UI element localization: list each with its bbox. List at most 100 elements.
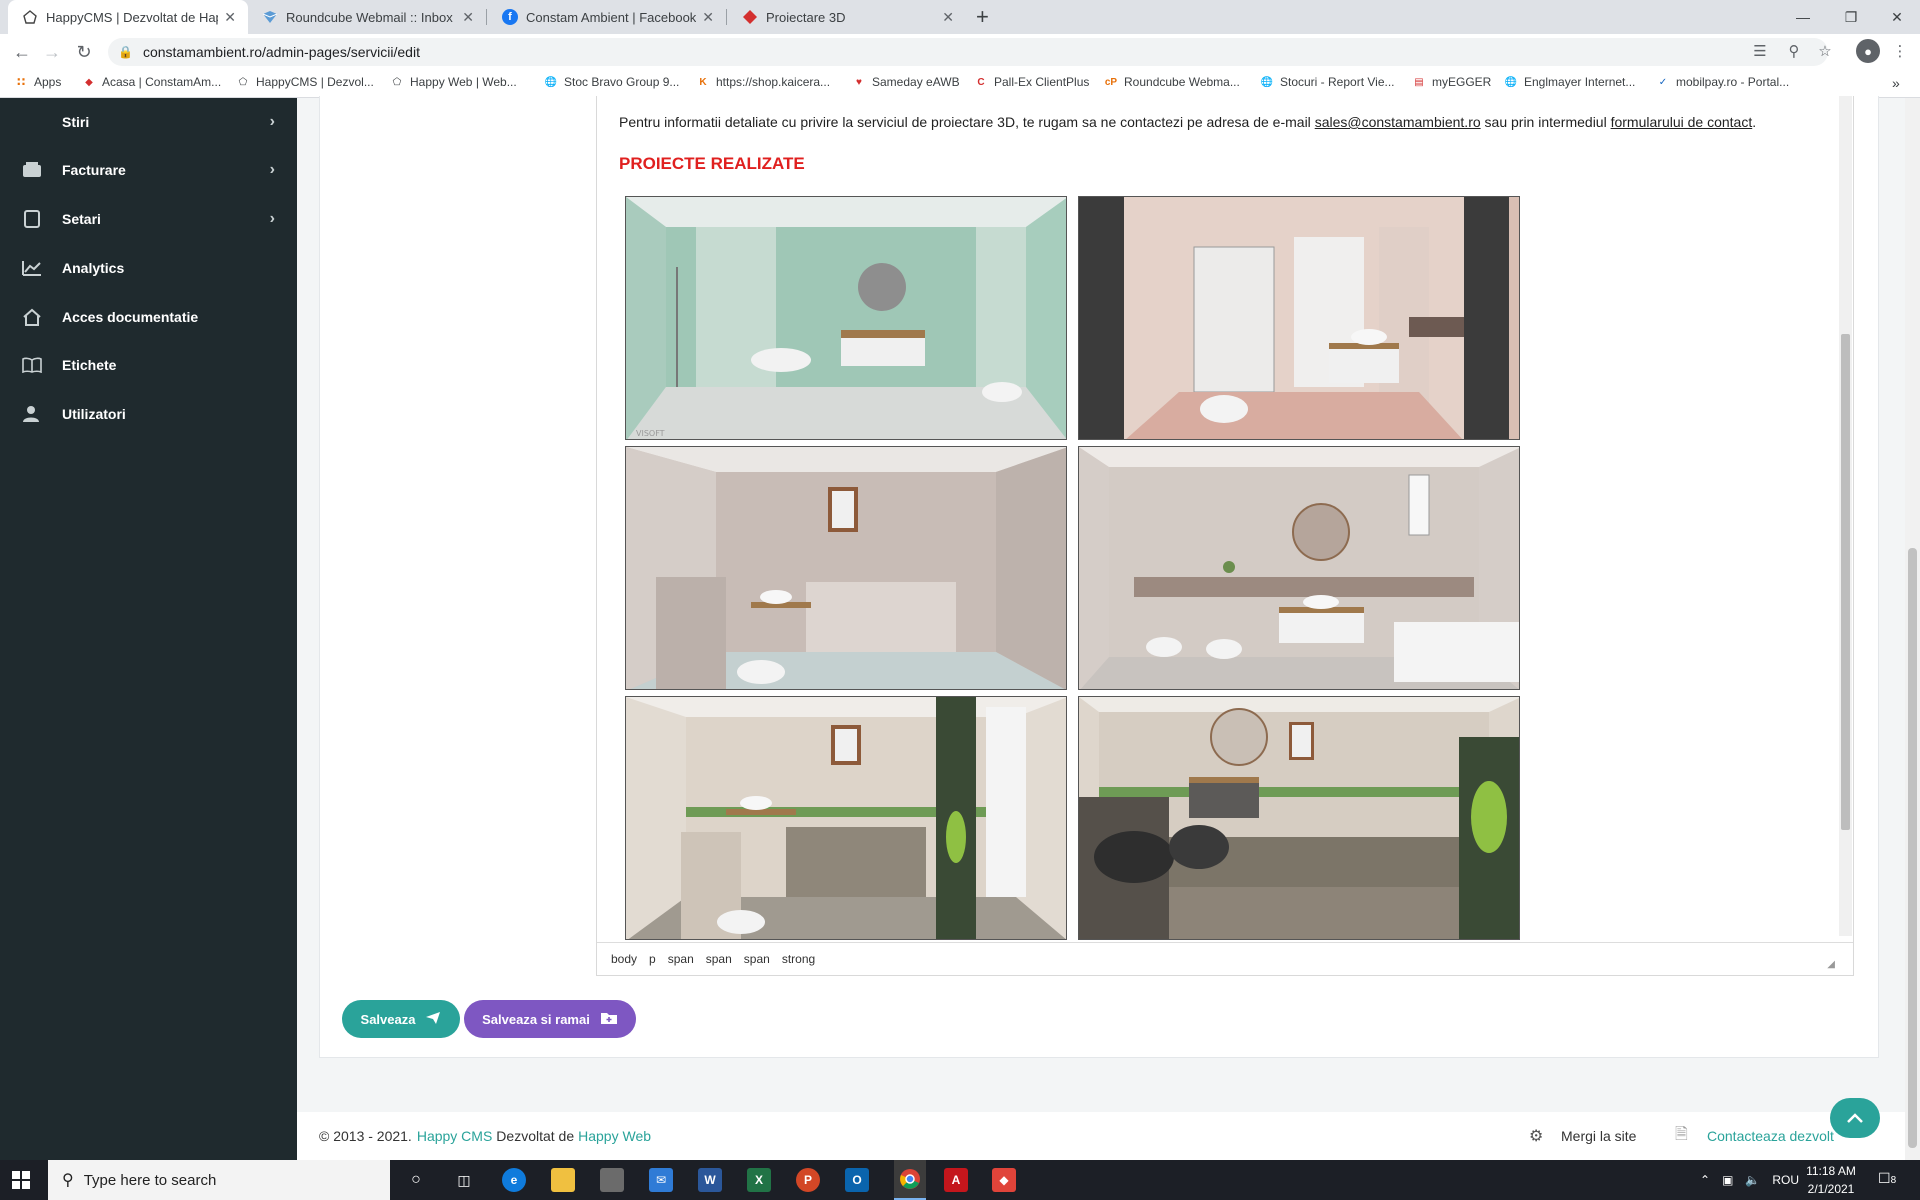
project-image-2[interactable] [1078, 196, 1520, 440]
powerpoint-icon[interactable]: P [796, 1168, 820, 1192]
scroll-to-top-button[interactable] [1830, 1098, 1880, 1138]
store-icon[interactable] [600, 1168, 624, 1192]
bookmark-item[interactable]: ⬠ Happy Web | Web... [390, 75, 517, 89]
save-button[interactable]: Salveaza [342, 1000, 460, 1038]
bookmarks-overflow-icon[interactable]: » [1892, 75, 1900, 91]
path-item[interactable]: p [649, 952, 656, 966]
contact-form-link[interactable]: formularului de contact [1611, 114, 1753, 130]
editor-paragraph[interactable]: Pentru informatii detaliate cu privire l… [619, 114, 1756, 130]
mail-icon[interactable]: ✉ [649, 1168, 673, 1192]
taskbar-clock[interactable]: 11:18 AM 2/1/2021 [1796, 1162, 1866, 1198]
forward-icon[interactable]: → [40, 40, 64, 64]
footer-brand-link[interactable]: Happy CMS [417, 1128, 492, 1144]
bookmark-label: Pall-Ex ClientPlus [994, 75, 1090, 89]
footer-company-link[interactable]: Happy Web [578, 1128, 651, 1144]
back-icon[interactable]: ← [10, 40, 34, 64]
bookmark-label: Stoc Bravo Group 9... [564, 75, 680, 89]
bookmark-item[interactable]: ⬠ HappyCMS | Dezvol... [236, 75, 374, 89]
path-item[interactable]: span [706, 952, 732, 966]
bookmark-item[interactable]: 🌐 Englmayer Internet... [1504, 75, 1636, 89]
paragraph-text: . [1752, 114, 1757, 130]
bookmark-star-icon[interactable]: ☆ [1815, 41, 1835, 61]
sidebar-item-facturare[interactable]: Facturare › [0, 146, 297, 194]
sidebar-item-utilizatori[interactable]: Utilizatori [0, 390, 297, 438]
path-item[interactable]: span [744, 952, 770, 966]
sidebar-item-etichete[interactable]: Etichete [0, 341, 297, 389]
bookmark-item[interactable]: ◆ Acasa | ConstamAm... [82, 75, 221, 89]
project-image-6[interactable] [1078, 696, 1520, 940]
zoom-icon[interactable]: ⚲ [1784, 41, 1804, 61]
restore-icon[interactable]: ❐ [1828, 0, 1874, 34]
tab-close-icon[interactable]: ✕ [702, 9, 714, 26]
bookmark-item[interactable]: ♥ Sameday eAWB [852, 75, 960, 89]
taskbar-search-input[interactable]: ⚲ Type here to search [48, 1160, 390, 1200]
chrome-icon[interactable] [894, 1160, 926, 1200]
close-window-icon[interactable]: ✕ [1874, 0, 1920, 34]
facebook-favicon-icon: f [502, 9, 518, 25]
bookmark-item[interactable]: C Pall-Ex ClientPlus [974, 75, 1089, 89]
path-item[interactable]: body [611, 952, 637, 966]
bookmark-item[interactable]: ▤ myEGGER [1412, 75, 1491, 89]
profile-avatar-icon[interactable]: ● [1856, 39, 1880, 63]
anydesk-icon[interactable]: ◆ [992, 1168, 1016, 1192]
bookmark-item[interactable]: cP Roundcube Webma... [1104, 75, 1240, 89]
bookmark-item[interactable]: 🌐 Stoc Bravo Group 9... [544, 75, 680, 89]
path-item[interactable]: span [668, 952, 694, 966]
reload-icon[interactable]: ↻ [72, 40, 96, 64]
edge-icon[interactable]: e [502, 1168, 526, 1192]
notifications-icon[interactable]: ☐8 [1878, 1170, 1896, 1187]
file-explorer-icon[interactable] [551, 1168, 575, 1192]
path-item[interactable]: strong [782, 952, 815, 966]
task-view-icon[interactable]: ◫ [452, 1168, 476, 1192]
acrobat-icon[interactable]: A [944, 1168, 968, 1192]
bookmark-label: https://shop.kaicera... [716, 75, 831, 89]
volume-icon[interactable]: 🔈 [1745, 1173, 1760, 1187]
users-icon [20, 402, 44, 426]
tray-chevron-up-icon[interactable]: ⌃ [1700, 1173, 1710, 1187]
bookmark-item[interactable]: 🌐 Stocuri - Report Vie... [1260, 75, 1395, 89]
outlook-icon[interactable]: O [845, 1168, 869, 1192]
url-input[interactable]: 🔒 constamambient.ro/admin-pages/servicii… [108, 38, 1828, 66]
network-icon[interactable]: ▣ [1722, 1173, 1733, 1187]
url-text: constamambient.ro/admin-pages/servicii/e… [142, 44, 420, 60]
visit-site-link[interactable]: Mergi la site [1561, 1128, 1636, 1144]
constam-favicon-icon [742, 9, 758, 25]
sidebar-item-analytics[interactable]: Analytics [0, 244, 297, 292]
menu-dots-icon[interactable]: ⋮ [1890, 41, 1910, 61]
tab-close-icon[interactable]: ✕ [942, 9, 954, 26]
sidebar-item-setari[interactable]: Setari › [0, 195, 297, 243]
sidebar-item-label: Facturare [62, 162, 126, 178]
tab-proiectare[interactable]: Proiectare 3D ✕ [728, 0, 966, 34]
rich-text-editor[interactable]: Pentru informatii detaliate cu privire l… [596, 96, 1854, 976]
bookmark-item[interactable]: K https://shop.kaicera... [696, 75, 830, 89]
resize-handle-icon[interactable]: ◢ [1827, 959, 1835, 970]
sidebar-item-label: Stiri [62, 114, 90, 130]
tab-roundcube[interactable]: Roundcube Webmail :: Inbox ✕ [248, 0, 486, 34]
save-and-stay-button[interactable]: Salveaza si ramai [464, 1000, 636, 1038]
windows-start-icon[interactable] [12, 1171, 30, 1192]
sidebar-item-stiri[interactable]: Stiri › [0, 98, 297, 146]
analytics-icon [20, 256, 44, 280]
cortana-icon[interactable]: ○ [404, 1168, 428, 1192]
project-image-4[interactable] [1078, 446, 1520, 690]
page-scrollbar-thumb[interactable] [1908, 548, 1917, 1148]
translate-icon[interactable]: ☰ [1750, 41, 1770, 61]
project-image-5[interactable] [625, 696, 1067, 940]
word-icon[interactable]: W [698, 1168, 722, 1192]
bookmark-item[interactable]: ✓ mobilpay.ro - Portal... [1656, 75, 1789, 89]
editor-scrollbar[interactable] [1839, 96, 1852, 936]
project-image-1[interactable]: VISOFT [625, 196, 1067, 440]
tab-close-icon[interactable]: ✕ [462, 9, 474, 26]
email-link[interactable]: sales@constamambient.ro [1315, 114, 1481, 130]
editor-scrollbar-thumb[interactable] [1841, 334, 1850, 830]
page-scrollbar[interactable] [1905, 98, 1920, 1160]
minimize-icon[interactable]: — [1780, 0, 1826, 34]
tab-happycms[interactable]: HappyCMS | Dezvoltat de Happy ✕ [8, 0, 248, 34]
tab-close-icon[interactable]: ✕ [224, 9, 236, 26]
sidebar-item-acces-documentatie[interactable]: Acces documentatie [0, 293, 297, 341]
bookmark-apps[interactable]: ∷ Apps [14, 75, 62, 89]
project-image-3[interactable] [625, 446, 1067, 690]
tab-facebook[interactable]: f Constam Ambient | Facebook ✕ [488, 0, 726, 34]
new-tab-button[interactable]: + [976, 4, 989, 30]
excel-icon[interactable]: X [747, 1168, 771, 1192]
